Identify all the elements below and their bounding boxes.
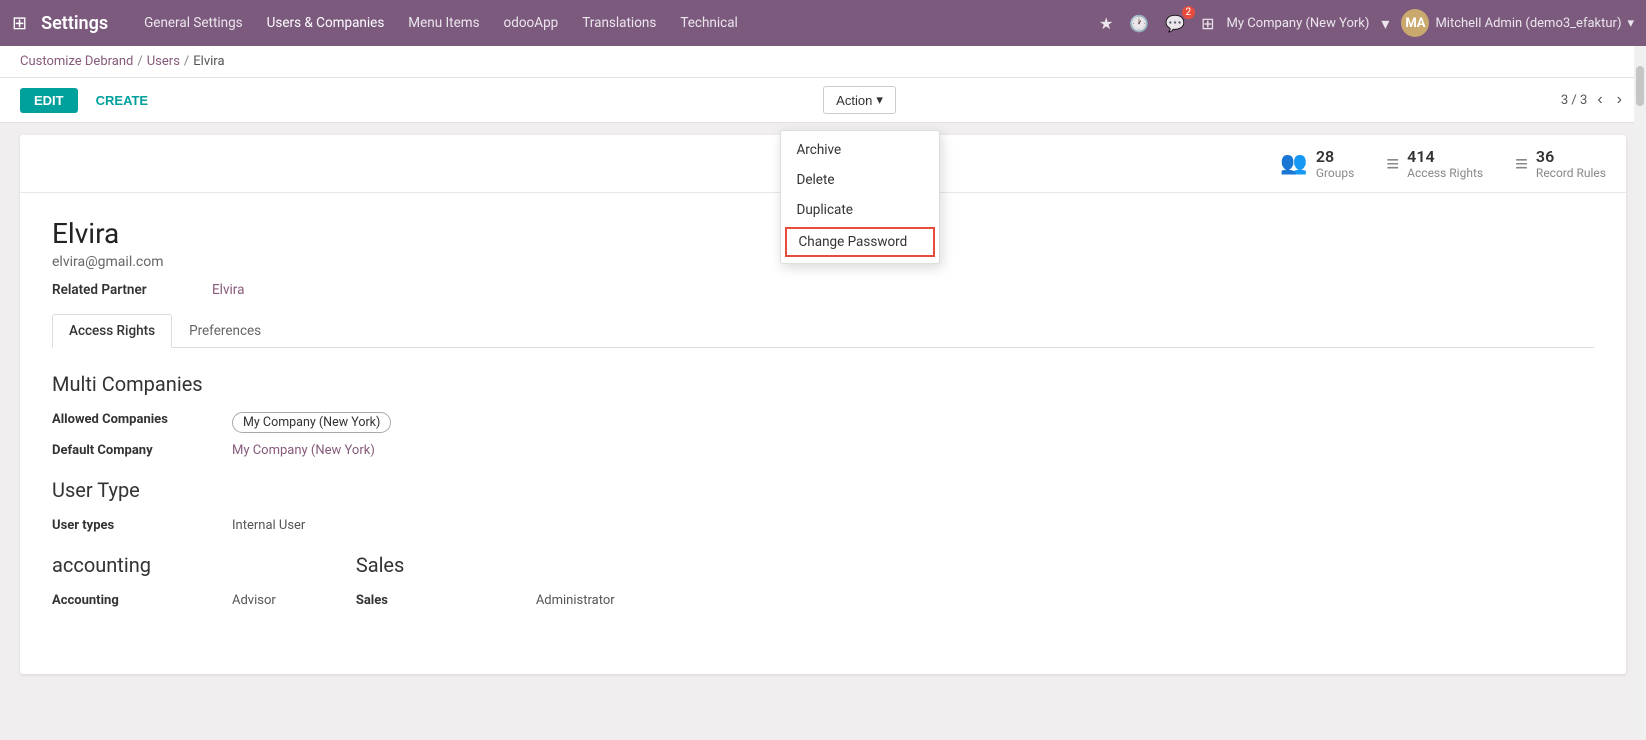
tab-access-rights[interactable]: Access Rights xyxy=(52,314,172,348)
action-chevron-icon: ▾ xyxy=(876,92,883,108)
action-archive[interactable]: Archive xyxy=(781,135,939,165)
user-type-title: User Type xyxy=(52,478,1594,502)
pagination-text: 3 / 3 xyxy=(1561,93,1587,108)
related-partner-label: Related Partner xyxy=(52,282,212,298)
accounting-row: Accounting Advisor xyxy=(52,593,276,608)
user-types-label: User types xyxy=(52,518,232,533)
access-rights-label: Access Rights xyxy=(1407,166,1483,180)
pagination-prev[interactable]: ‹ xyxy=(1593,89,1606,111)
apps-icon[interactable]: ⊞ xyxy=(1197,10,1218,37)
stat-record-info: 36 Record Rules xyxy=(1536,147,1606,180)
action-dropdown-container: Action ▾ Archive Delete Duplicate Change… xyxy=(823,86,896,114)
access-rights-icon: ≡ xyxy=(1386,151,1399,177)
clock-icon[interactable]: 🕐 xyxy=(1125,10,1153,37)
breadcrumb-sep-2: / xyxy=(184,54,189,69)
breadcrumb-elvira: Elvira xyxy=(193,54,224,69)
topbar: ⊞ Settings General Settings Users & Comp… xyxy=(0,0,1646,46)
default-company-label: Default Company xyxy=(52,443,232,458)
pagination: 3 / 3 ‹ › xyxy=(1561,89,1626,111)
multi-companies-title: Multi Companies xyxy=(52,372,1594,396)
tabs: Access Rights Preferences xyxy=(52,314,1594,348)
pagination-next[interactable]: › xyxy=(1613,89,1626,111)
nav-translations[interactable]: Translations xyxy=(570,0,668,46)
star-icon[interactable]: ★ xyxy=(1095,10,1117,37)
default-company-row: Default Company My Company (New York) xyxy=(52,443,1594,458)
record-rules-label: Record Rules xyxy=(1536,166,1606,180)
sales-title: Sales xyxy=(356,553,615,577)
accounting-section: accounting Accounting Advisor xyxy=(52,553,276,618)
stat-access-info: 414 Access Rights xyxy=(1407,147,1483,180)
action-button[interactable]: Action ▾ xyxy=(823,86,896,114)
sales-row: Sales Administrator xyxy=(356,593,615,608)
toolbar: EDIT CREATE Action ▾ Archive Delete Dupl… xyxy=(0,78,1646,123)
avatar: MA xyxy=(1401,9,1429,37)
access-rights-count: 414 xyxy=(1407,147,1483,166)
nav-odooapp[interactable]: odooApp xyxy=(492,0,571,46)
user-menu[interactable]: MA Mitchell Admin (demo3_efaktur) ▾ xyxy=(1401,9,1634,37)
stat-groups-info: 28 Groups xyxy=(1316,147,1355,180)
grid-icon[interactable]: ⊞ xyxy=(12,13,27,34)
nav-general-settings[interactable]: General Settings xyxy=(132,0,255,46)
scrollbar[interactable] xyxy=(1634,46,1646,740)
accounting-title: accounting xyxy=(52,553,276,577)
topbar-right: ★ 🕐 💬 2 ⊞ My Company (New York) ▾ MA Mit… xyxy=(1095,9,1634,37)
company-dropdown-icon[interactable]: ▾ xyxy=(1377,10,1393,37)
brand-title: Settings xyxy=(41,13,108,34)
chat-icon-wrap[interactable]: 💬 2 xyxy=(1161,10,1189,37)
action-dropdown-menu: Archive Delete Duplicate Change Password xyxy=(780,130,940,264)
stat-access-rights[interactable]: ≡ 414 Access Rights xyxy=(1386,147,1483,180)
scrollbar-thumb[interactable] xyxy=(1636,66,1644,106)
record-rules-icon: ≡ xyxy=(1515,151,1528,177)
sales-label: Sales xyxy=(356,593,536,608)
accounting-value: Advisor xyxy=(232,593,276,608)
action-duplicate[interactable]: Duplicate xyxy=(781,195,939,225)
related-partner-value[interactable]: Elvira xyxy=(212,282,244,298)
user-name: Mitchell Admin (demo3_efaktur) xyxy=(1435,16,1621,31)
breadcrumb: Customize Debrand / Users / Elvira xyxy=(20,54,225,69)
allowed-companies-label: Allowed Companies xyxy=(52,412,232,427)
allowed-companies-value[interactable]: My Company (New York) xyxy=(232,412,391,433)
groups-label: Groups xyxy=(1316,166,1355,180)
nav-users-companies[interactable]: Users & Companies xyxy=(255,0,397,46)
sales-section: Sales Sales Administrator xyxy=(356,553,615,618)
breadcrumb-customize-debrand[interactable]: Customize Debrand xyxy=(20,54,133,69)
record-rules-count: 36 xyxy=(1536,147,1606,166)
sales-value: Administrator xyxy=(536,593,615,608)
groups-count: 28 xyxy=(1316,147,1355,166)
create-button[interactable]: CREATE xyxy=(86,88,158,113)
toolbar-center: Action ▾ Archive Delete Duplicate Change… xyxy=(166,86,1553,114)
user-types-value: Internal User xyxy=(232,518,305,533)
stat-record-rules[interactable]: ≡ 36 Record Rules xyxy=(1515,147,1606,180)
tab-content-access-rights: Multi Companies Allowed Companies My Com… xyxy=(52,348,1594,642)
nav-technical[interactable]: Technical xyxy=(668,0,750,46)
action-change-password[interactable]: Change Password xyxy=(785,227,935,257)
groups-icon: 👥 xyxy=(1280,151,1307,176)
breadcrumb-sep-1: / xyxy=(137,54,142,69)
user-types-row: User types Internal User xyxy=(52,518,1594,533)
allowed-companies-row: Allowed Companies My Company (New York) xyxy=(52,412,1594,433)
edit-button[interactable]: EDIT xyxy=(20,88,78,113)
tab-preferences[interactable]: Preferences xyxy=(172,314,278,348)
top-nav: General Settings Users & Companies Menu … xyxy=(132,0,1095,46)
nav-menu-items[interactable]: Menu Items xyxy=(396,0,491,46)
sections-row: accounting Accounting Advisor Sales Sale… xyxy=(52,553,1594,618)
breadcrumb-bar: Customize Debrand / Users / Elvira xyxy=(0,46,1646,78)
accounting-label: Accounting xyxy=(52,593,232,608)
stat-groups[interactable]: 👥 28 Groups xyxy=(1280,147,1354,180)
default-company-value[interactable]: My Company (New York) xyxy=(232,443,375,458)
action-delete[interactable]: Delete xyxy=(781,165,939,195)
breadcrumb-users[interactable]: Users xyxy=(147,54,180,69)
action-label: Action xyxy=(836,93,872,108)
chat-badge: 2 xyxy=(1182,6,1196,19)
form-body: Elvira elvira@gmail.com Related Partner … xyxy=(20,193,1626,674)
related-partner-row: Related Partner Elvira xyxy=(52,282,1594,298)
user-dropdown-icon: ▾ xyxy=(1627,16,1634,31)
company-selector[interactable]: My Company (New York) xyxy=(1227,16,1370,31)
